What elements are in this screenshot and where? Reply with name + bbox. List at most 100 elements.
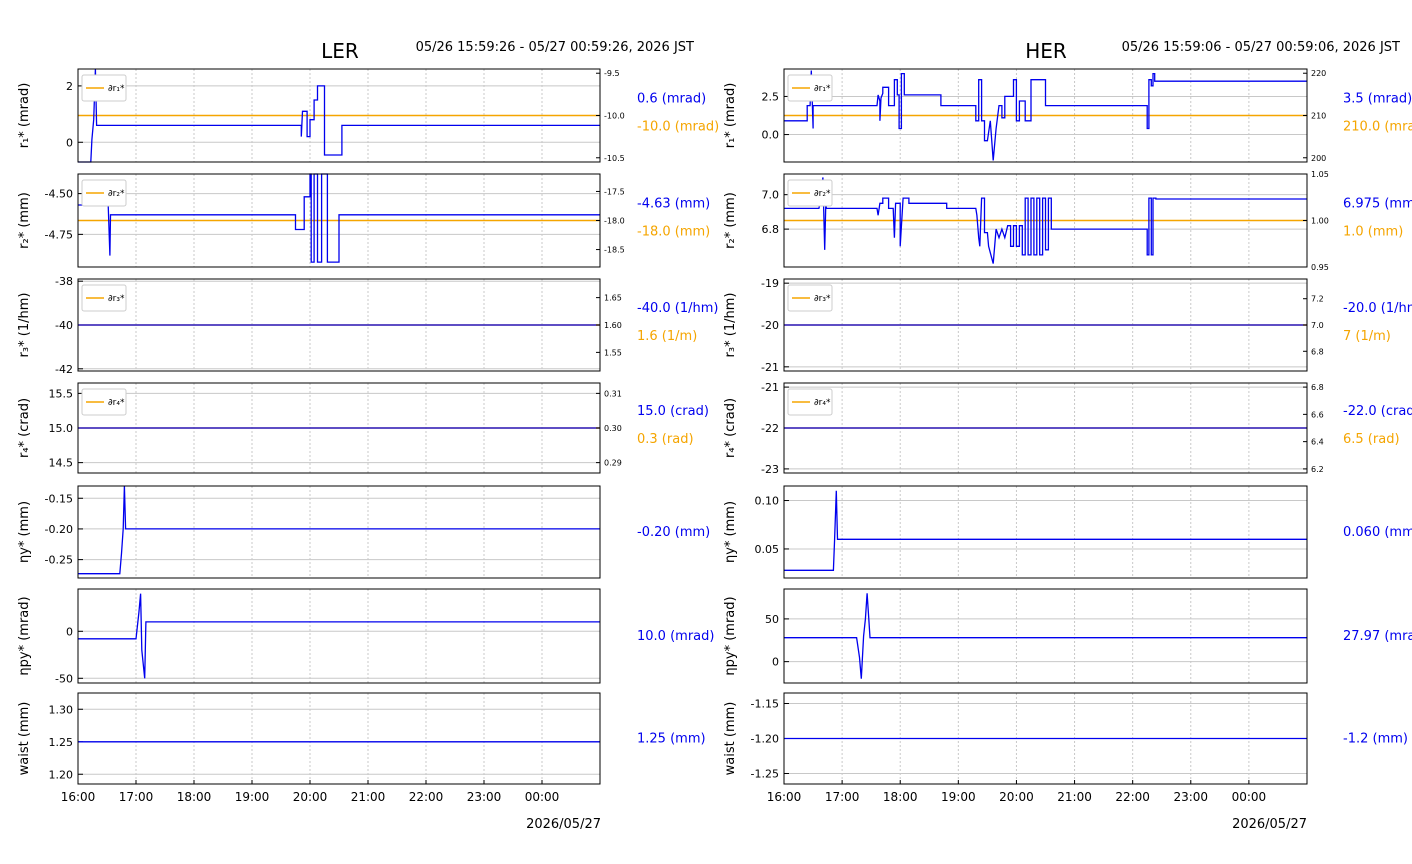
- panel-her: HER 05/26 15:59:06 - 05/27 00:59:06, 2026…: [723, 39, 1412, 832]
- date-label: 2026/05/27: [526, 817, 601, 832]
- right-tick-label: 6.4: [1311, 438, 1324, 447]
- time-range: 05/26 15:59:06 - 05/27 00:59:06, 2026 JS…: [1122, 40, 1400, 55]
- plot-frame: [77, 485, 601, 579]
- y-axis-label: ηy* (mm): [17, 501, 32, 563]
- y-tick-label: -0.15: [45, 492, 73, 505]
- row-4: -21 -22 -23 6.8 6.6 6.4 6.2 ∂r₄* r₄* (crad) -22.0…: [723, 381, 1412, 476]
- reference-value: 1.0 (mm): [1343, 225, 1403, 240]
- y-tick-label: -22: [761, 422, 779, 435]
- x-tick-label: 22:00: [409, 790, 444, 804]
- x-tick-label: 19:00: [941, 790, 976, 804]
- current-value: 1.25 (mm): [637, 732, 706, 747]
- right-tick-label: 0.30: [604, 424, 622, 433]
- date-label: 2026/05/27: [1232, 817, 1307, 832]
- current-value: 15.0 (crad): [637, 404, 709, 419]
- legend: ∂r₄*: [787, 388, 833, 416]
- y-tick-label: -21: [761, 361, 779, 374]
- legend-label: ∂r₄*: [108, 398, 125, 408]
- row-4: 15.5 15.0 14.5 0.31 0.30 0.29 ∂r₄* r₄* (crad) 15…: [17, 382, 709, 474]
- y-axis-label: r₂* (mm): [723, 192, 738, 249]
- y-tick-label: 2.5: [762, 90, 780, 103]
- reference-value: -18.0 (mm): [637, 225, 710, 240]
- right-tick-label: -17.5: [604, 187, 625, 196]
- legend-label: ∂r₂*: [814, 189, 831, 199]
- y-tick-label: 50: [765, 613, 779, 626]
- y-tick-label: 1.20: [49, 768, 74, 781]
- y-axis-label: r₄* (crad): [17, 398, 32, 458]
- current-value: 0.060 (mm): [1343, 525, 1412, 540]
- right-tick-label: 220: [1311, 69, 1326, 78]
- right-tick-label: 210: [1311, 112, 1326, 121]
- row-5: -0.15 -0.20 -0.25 ηy* (mm) -0.20 (mm): [17, 485, 710, 579]
- legend: ∂r₂*: [787, 179, 833, 207]
- reference-value: -10.0 (mrad): [637, 120, 719, 135]
- legend: ∂r₃*: [787, 284, 833, 312]
- x-tick-label: 16:00: [61, 790, 96, 804]
- y-tick-label: -20: [761, 319, 779, 332]
- y-tick-label: 15.0: [49, 422, 74, 435]
- right-tick-label: -9.5: [604, 69, 620, 78]
- row-5: 0.10 0.05 ηy* (mm) 0.060 (mm): [723, 485, 1412, 579]
- right-tick-label: -18.5: [604, 246, 625, 255]
- series-line: [784, 593, 1307, 679]
- right-tick-label: 6.6: [1311, 410, 1324, 419]
- reference-value: 6.5 (rad): [1343, 432, 1400, 447]
- legend: ∂r₄*: [81, 388, 127, 416]
- x-tick-label: 00:00: [1232, 790, 1267, 804]
- current-value: 0.6 (mrad): [637, 92, 706, 107]
- y-axis-label: ηpy* (mrad): [17, 596, 32, 675]
- legend-label: ∂r₃*: [814, 294, 831, 304]
- panel-ler: LER 05/26 15:59:26 - 05/27 00:59:26, 2026…: [17, 39, 719, 832]
- y-tick-label: 6.8: [762, 223, 780, 236]
- legend-label: ∂r₁*: [108, 84, 125, 94]
- row-7: 1.30 1.25 1.20 waist (mm) 1.25 (mm): [17, 692, 706, 785]
- y-tick-label: 2: [66, 80, 73, 93]
- y-axis-label: r₃* (1/hm): [17, 293, 32, 358]
- legend-label: ∂r₄*: [814, 398, 831, 408]
- right-tick-label: 1.05: [1311, 170, 1329, 179]
- x-tick-label: 17:00: [825, 790, 860, 804]
- row-2: 7.0 6.8 1.05 1.00 0.95 ∂r₂* r₂* (mm) 6.975 (mm)…: [723, 170, 1412, 272]
- series-line: [78, 173, 600, 263]
- reference-value: 7 (1/m): [1343, 329, 1391, 344]
- right-tick-label: 1.65: [604, 294, 622, 303]
- y-tick-label: -23: [761, 463, 779, 476]
- x-tick-label: 19:00: [235, 790, 270, 804]
- time-range: 05/26 15:59:26 - 05/27 00:59:26, 2026 JS…: [416, 40, 694, 55]
- y-tick-label: 14.5: [49, 457, 74, 470]
- y-tick-label: -40: [55, 319, 73, 332]
- y-tick-label: 0: [66, 625, 73, 638]
- current-value: 27.97 (mrad): [1343, 629, 1412, 644]
- legend: ∂r₁*: [787, 74, 833, 102]
- right-tick-label: -10.5: [604, 154, 625, 163]
- row-3: -38 -40 -42 1.65 1.60 1.55 ∂r₃* r₃* (1/hm) -40.0…: [17, 275, 718, 376]
- row-1: 2 0 -9.5 -10.0 -10.5 ∂r₁* r₁* (mrad) 0.6 (mrad)…: [17, 68, 719, 163]
- series-line: [78, 593, 600, 679]
- y-tick-label: -19: [761, 277, 779, 290]
- right-tick-label: 0.31: [604, 389, 622, 398]
- current-value: -1.2 (mm): [1343, 732, 1408, 747]
- current-value: -20.0 (1/hm): [1343, 301, 1412, 316]
- row-1: 2.5 0.0 220 210 200 ∂r₁* r₁* (mrad) 3.5 (mrad) 2…: [723, 68, 1412, 163]
- x-tick-label: 16:00: [767, 790, 802, 804]
- y-axis-label: r₄* (crad): [723, 398, 738, 458]
- panel-title: LER: [321, 39, 359, 63]
- y-tick-label: -42: [55, 363, 73, 376]
- row-6: 50 0 ηpy* (mrad) 27.97 (mrad): [723, 588, 1412, 684]
- y-tick-label: 0.10: [755, 495, 780, 508]
- legend-label: ∂r₂*: [108, 189, 125, 199]
- current-value: -22.0 (crad): [1343, 404, 1412, 419]
- x-tick-label: 20:00: [999, 790, 1034, 804]
- legend: ∂r₂*: [81, 179, 127, 207]
- reference-value: 210.0 (mrad): [1343, 120, 1412, 135]
- x-tick-label: 18:00: [177, 790, 212, 804]
- row-6: 0 -50 ηpy* (mrad) 10.0 (mrad): [17, 588, 714, 685]
- row-2: -4.50 -4.75 -17.5 -18.0 -18.5 ∂r₂* r₂* (mm) -4.…: [17, 173, 710, 268]
- panel-title: HER: [1025, 39, 1067, 63]
- current-value: -40.0 (1/hm): [637, 301, 718, 316]
- right-tick-label: 6.8: [1311, 383, 1324, 392]
- plot-frame: [77, 588, 601, 684]
- right-tick-label: 1.55: [604, 348, 622, 357]
- y-tick-label: 0: [772, 656, 779, 669]
- x-tick-label: 18:00: [883, 790, 918, 804]
